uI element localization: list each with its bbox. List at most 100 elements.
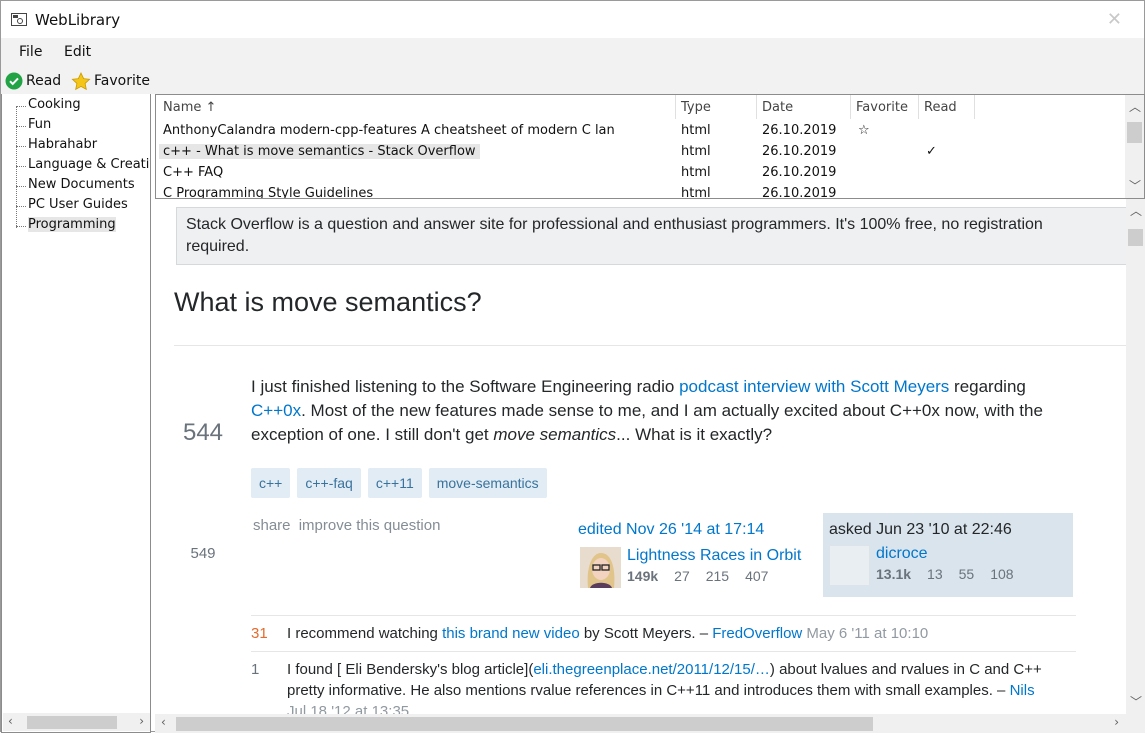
body-emphasis: move semantics: [493, 425, 617, 444]
column-header-name[interactable]: Name ↑: [163, 100, 216, 115]
close-icon[interactable]: ✕: [1107, 9, 1122, 30]
row-name: C++ FAQ: [163, 165, 224, 180]
editor-reputation: 149k 27 215 407: [627, 568, 801, 584]
toolbar: Read Favorite: [1, 67, 1144, 94]
editor-avatar[interactable]: [580, 547, 621, 588]
tree-item-pc-user-guides[interactable]: PC User Guides: [16, 197, 150, 217]
tree-item-programming[interactable]: Programming: [16, 217, 150, 237]
tree-item-label: PC User Guides: [28, 197, 128, 212]
tag-list: c++ c++-faq c++11 move-semantics: [251, 468, 547, 498]
comment: 31 I recommend watching this brand new v…: [251, 623, 1051, 644]
page-vertical-scrollbar[interactable]: ︿ ﹀: [1126, 199, 1145, 714]
comment-text: I recommend watching this brand new vide…: [287, 623, 1051, 644]
editor-card: Lightness Races in Orbit 149k 27 215 407: [580, 547, 801, 588]
menu-file[interactable]: File: [19, 44, 42, 60]
star-icon: [71, 71, 91, 90]
tag-cpp[interactable]: c++: [251, 468, 291, 498]
list-row[interactable]: C Programming Style Guidelines html 26.1…: [156, 184, 1121, 198]
scrollbar-thumb[interactable]: [1128, 229, 1143, 246]
comment-link[interactable]: this brand new video: [442, 625, 580, 642]
row-type: html: [681, 186, 711, 198]
editor-details: Lightness Races in Orbit 149k 27 215 407: [627, 547, 801, 588]
cpp0x-link[interactable]: C++0x: [251, 401, 301, 420]
asker-card: dicroce 13.1k 13 55 108: [829, 545, 1067, 586]
row-type: html: [681, 144, 711, 159]
comment-body: by Scott Meyers. –: [579, 625, 713, 642]
page-horizontal-scrollbar[interactable]: ‹ ›: [155, 714, 1145, 733]
asker-avatar[interactable]: [829, 545, 870, 586]
column-header-favorite[interactable]: Favorite: [856, 100, 908, 115]
app-window: WebLibrary ✕ File Edit Read Favorite Coo…: [0, 0, 1145, 733]
post-actions: share improve this question: [253, 517, 444, 534]
asked-date: asked Jun 23 '10 at 22:46: [829, 521, 1012, 538]
reputation-score: 13.1k: [876, 566, 912, 582]
menu-edit[interactable]: Edit: [64, 44, 91, 60]
scroll-left-icon[interactable]: ‹: [8, 714, 13, 728]
tree-item-habrahabr[interactable]: Habrahabr: [16, 137, 150, 157]
list-header: Name ↑ Type Date Favorite Read: [156, 95, 1121, 119]
body-text: regarding: [949, 377, 1026, 396]
podcast-link[interactable]: podcast interview with Scott Meyers: [679, 377, 949, 396]
app-icon: [11, 13, 27, 26]
list-vertical-scrollbar[interactable]: ︿ ﹀: [1125, 95, 1144, 198]
read-button[interactable]: Read: [5, 70, 61, 92]
tree-item-cooking[interactable]: Cooking: [16, 97, 150, 117]
scroll-down-icon[interactable]: ﹀: [1130, 693, 1142, 710]
comment-body: I recommend watching: [287, 625, 443, 642]
question-title[interactable]: What is move semantics?: [174, 287, 482, 318]
bronze-badges: 407: [745, 568, 769, 584]
tag-cpp11[interactable]: c++11: [367, 468, 422, 498]
comment-divider: [251, 615, 1076, 616]
comment-date: May 6 '11 at 10:10: [806, 625, 929, 642]
list-row[interactable]: C++ FAQ html 26.10.2019: [156, 163, 1121, 184]
improve-question-link[interactable]: improve this question: [299, 517, 441, 534]
scrollbar-thumb[interactable]: [176, 717, 873, 731]
title-bar: WebLibrary ✕: [1, 1, 1144, 38]
scroll-left-icon[interactable]: ‹: [161, 715, 166, 729]
row-date: 26.10.2019: [762, 186, 837, 198]
tag-move-semantics[interactable]: move-semantics: [428, 468, 547, 498]
comment-divider: [251, 651, 1076, 652]
column-header-type[interactable]: Type: [681, 100, 711, 115]
tree-horizontal-scrollbar[interactable]: ‹ ›: [3, 713, 150, 731]
scrollbar-thumb[interactable]: [1127, 122, 1142, 143]
row-date: 26.10.2019: [762, 165, 837, 180]
scroll-down-icon[interactable]: ﹀: [1129, 177, 1141, 194]
scroll-up-icon[interactable]: ︿: [1129, 98, 1141, 115]
list-row[interactable]: AnthonyCalandra modern-cpp-features A ch…: [156, 121, 1121, 142]
comment-user[interactable]: FredOverflow: [712, 625, 802, 642]
vote-count: 544: [182, 419, 224, 446]
scrollbar-thumb[interactable]: [27, 716, 117, 729]
tree-item-language-creativity[interactable]: Language & Creativity: [16, 157, 150, 177]
editor-name[interactable]: Lightness Races in Orbit: [627, 547, 801, 564]
scroll-right-icon[interactable]: ›: [1114, 715, 1119, 729]
column-header-read[interactable]: Read: [924, 100, 957, 115]
column-header-date[interactable]: Date: [762, 100, 793, 115]
reputation-score: 149k: [627, 568, 659, 584]
favorite-button-label: Favorite: [94, 73, 150, 89]
tree-item-label: Language & Creativity: [28, 157, 150, 172]
tree-item-label: Cooking: [28, 97, 81, 112]
row-date: 26.10.2019: [762, 144, 837, 159]
category-tree: Cooking Fun Habrahabr Language & Creativ…: [1, 94, 151, 733]
scroll-right-icon[interactable]: ›: [139, 714, 144, 728]
body-text: I just finished listening to the Softwar…: [251, 377, 680, 396]
tree-item-label: Programming: [28, 217, 116, 232]
divider: [174, 345, 1129, 346]
favorite-button[interactable]: Favorite: [71, 70, 150, 92]
scroll-up-icon[interactable]: ︿: [1130, 202, 1142, 219]
row-name: c++ - What is move semantics - Stack Ove…: [159, 144, 480, 159]
comment-user[interactable]: Nils: [1010, 682, 1035, 699]
asker-name[interactable]: dicroce: [876, 545, 928, 562]
read-check-icon[interactable]: ✓: [926, 144, 937, 159]
tree-item-fun[interactable]: Fun: [16, 117, 150, 137]
edited-link[interactable]: edited Nov 26 '14 at 17:14: [578, 521, 764, 538]
row-type: html: [681, 123, 711, 138]
share-link[interactable]: share: [253, 517, 291, 534]
favorite-star-icon[interactable]: ☆: [858, 123, 870, 138]
window-title: WebLibrary: [35, 11, 121, 29]
tree-item-new-documents[interactable]: New Documents: [16, 177, 150, 197]
tag-cpp-faq[interactable]: c++-faq: [297, 468, 361, 498]
list-row[interactable]: c++ - What is move semantics - Stack Ove…: [156, 142, 1121, 163]
comment-link[interactable]: eli.thegreenplace.net/2011/12/15/…: [533, 661, 770, 678]
